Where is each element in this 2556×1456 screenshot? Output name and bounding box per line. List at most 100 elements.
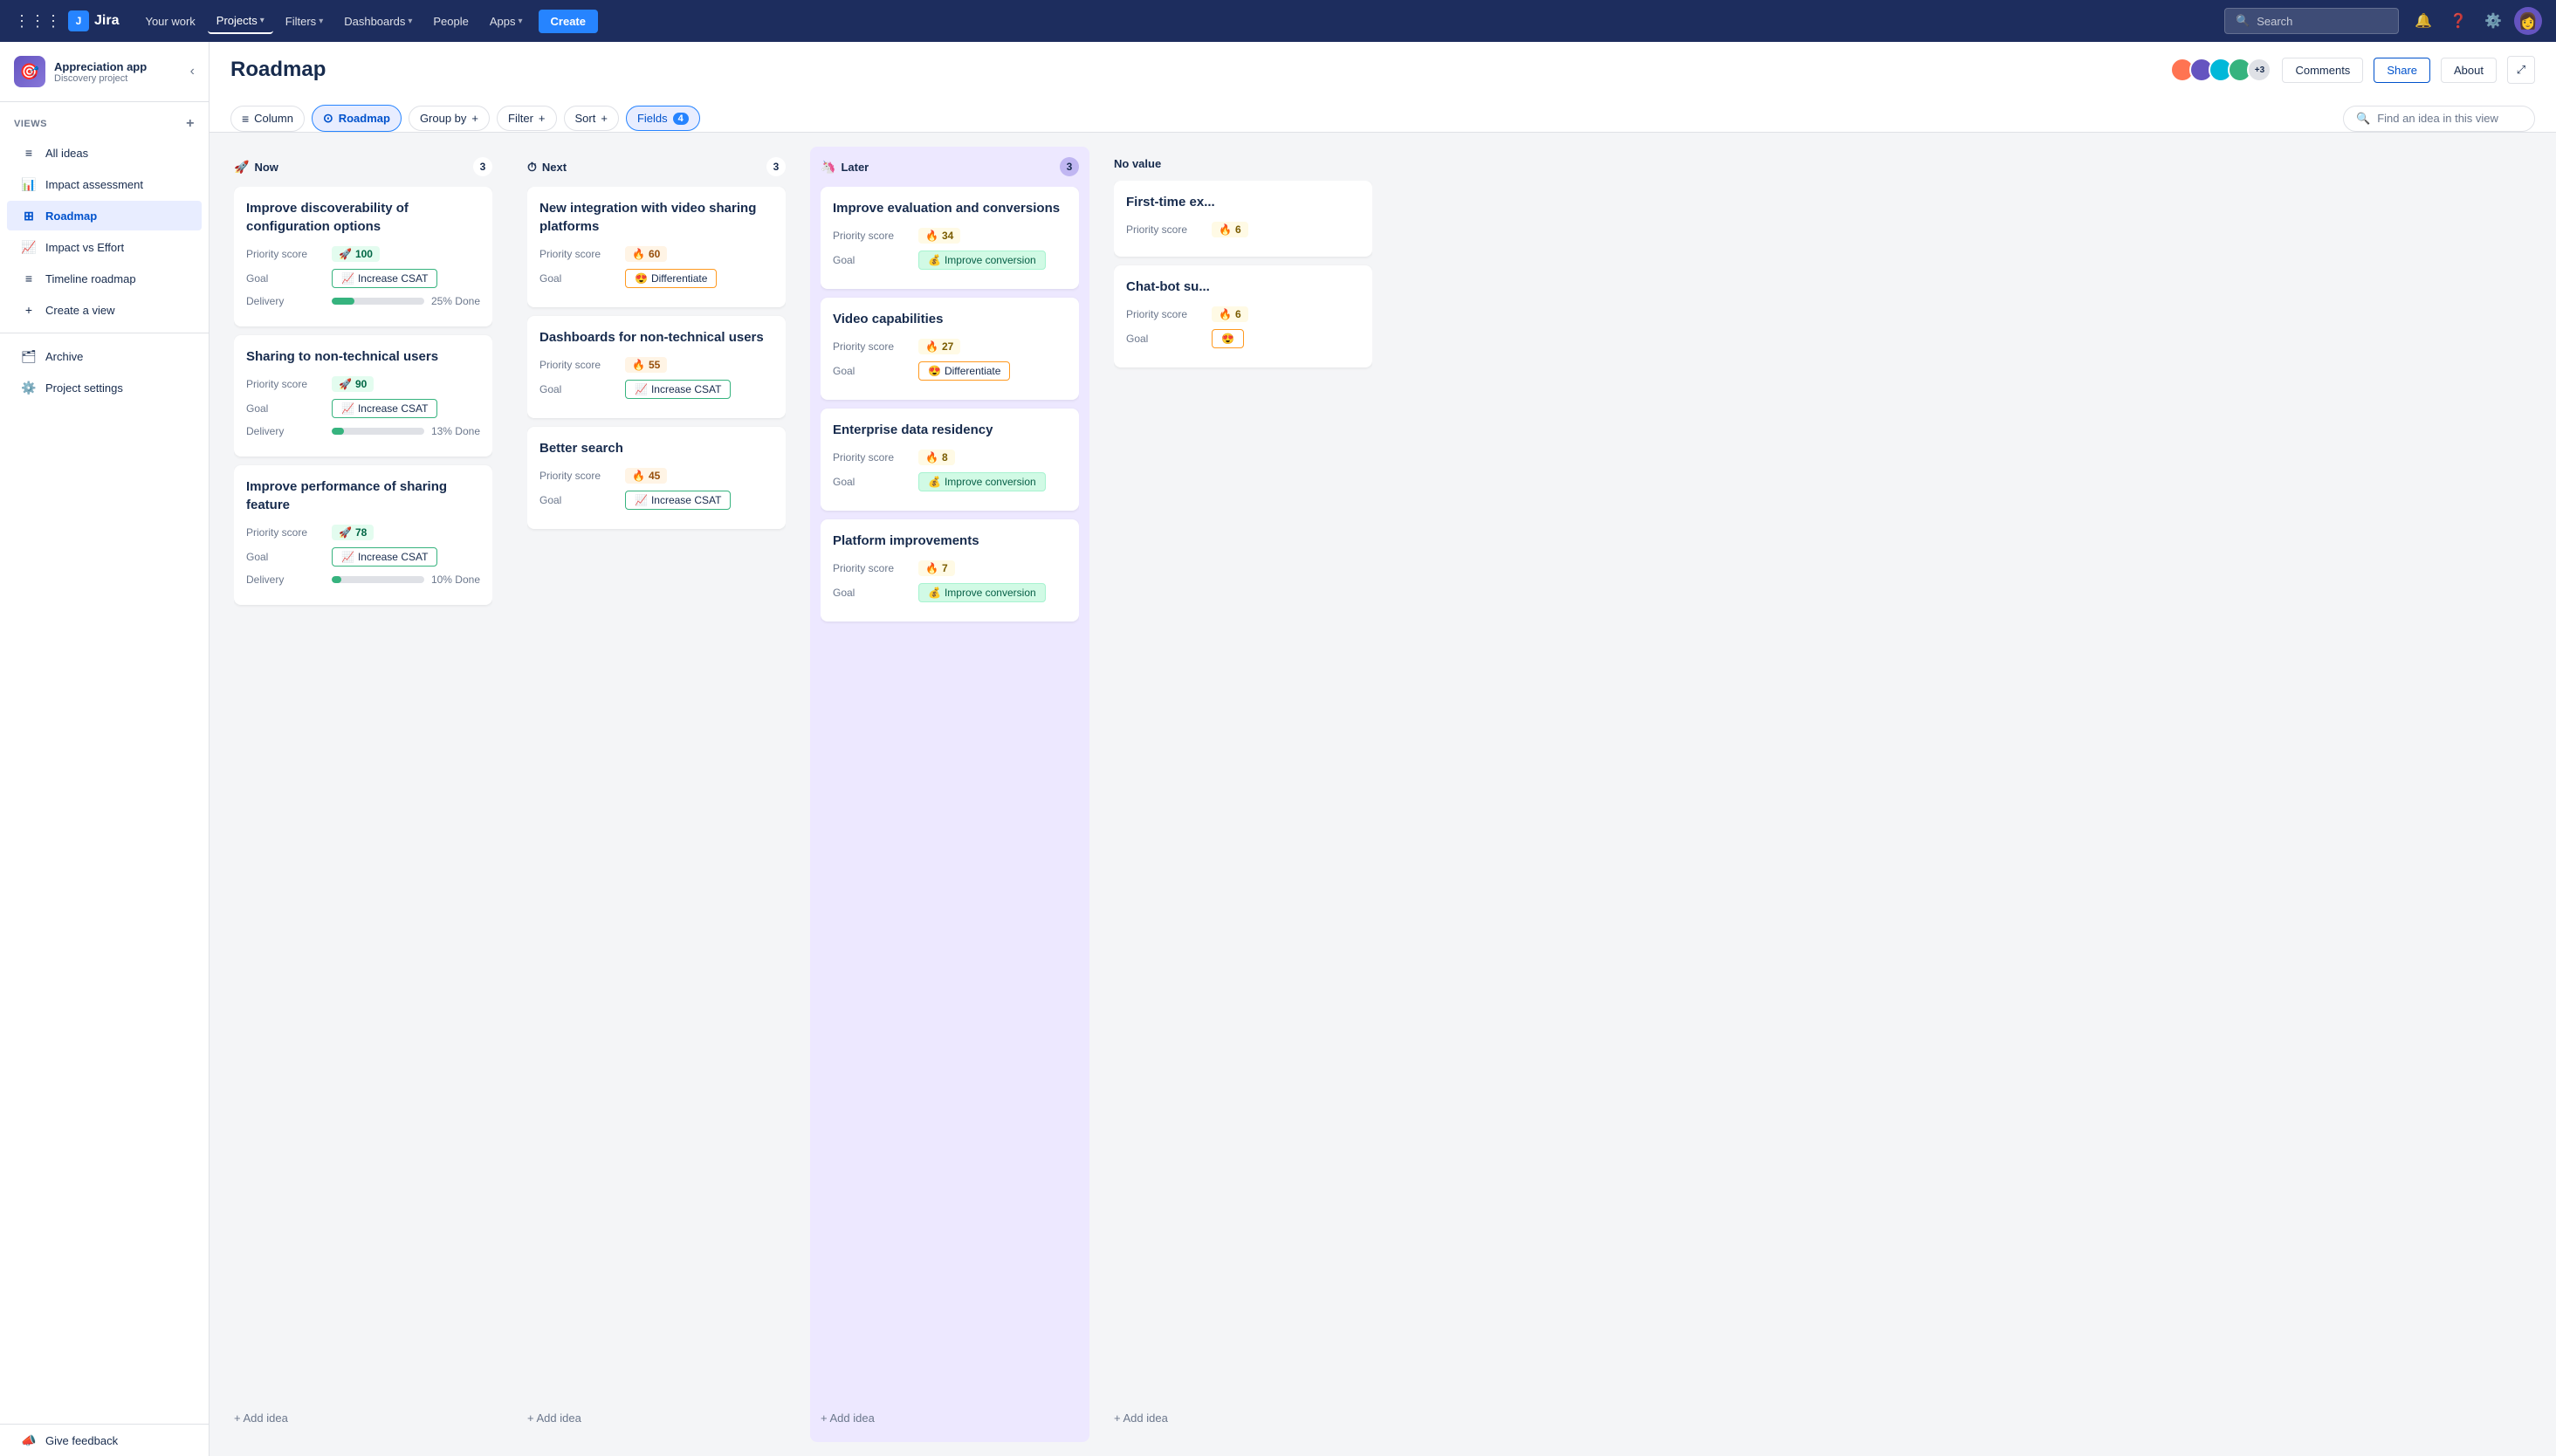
column-count-later: 3: [1060, 157, 1079, 176]
add-idea-btn-later[interactable]: + Add idea: [821, 1404, 1079, 1432]
jira-logo-text: Jira: [94, 13, 119, 29]
sidebar-item-project-settings[interactable]: ⚙️ Project settings: [7, 373, 202, 402]
create-button[interactable]: Create: [539, 10, 598, 33]
dashboards-chevron-icon: ▾: [408, 17, 412, 26]
sidebar-collapse-icon[interactable]: ‹: [190, 64, 195, 79]
comments-button[interactable]: Comments: [2282, 58, 2363, 83]
score-icon: 🔥: [925, 230, 938, 242]
add-idea-btn-now[interactable]: + Add idea: [234, 1404, 492, 1432]
view-toolbar: ≡ Column ⊙ Roadmap Group by + Filter + S…: [230, 94, 2535, 132]
priority-label: Priority score: [833, 562, 911, 574]
card-title: Better search: [539, 439, 773, 457]
create-view-label: Create a view: [45, 304, 114, 317]
nav-dashboards[interactable]: Dashboards ▾: [335, 10, 421, 33]
card-goal-field: Goal 💰 Improve conversion: [833, 251, 1067, 270]
sidebar-item-timeline[interactable]: ≡ Timeline roadmap: [7, 264, 202, 293]
delivery-label: Delivery: [246, 573, 325, 586]
card-card-12[interactable]: Chat-bot su... Priority score 🔥 6 Goal 😍: [1114, 265, 1372, 367]
card-priority-field: Priority score 🚀 78: [246, 525, 480, 540]
nav-people[interactable]: People: [424, 10, 477, 33]
filter-btn[interactable]: Filter +: [497, 106, 556, 131]
nav-filters[interactable]: Filters ▾: [277, 10, 332, 33]
sidebar-item-all-ideas[interactable]: ≡ All ideas: [7, 138, 202, 168]
fields-btn[interactable]: Fields 4: [626, 106, 700, 131]
project-name: Appreciation app: [54, 60, 182, 73]
card-goal-field: Goal 📈 Increase CSAT: [539, 491, 773, 510]
nav-apps[interactable]: Apps ▾: [481, 10, 532, 33]
card-card-8[interactable]: Video capabilities Priority score 🔥 27 G…: [821, 298, 1079, 400]
sidebar-item-impact-vs-effort[interactable]: 📈 Impact vs Effort: [7, 232, 202, 262]
roadmap-view-btn[interactable]: ⊙ Roadmap: [312, 105, 402, 132]
priority-score-badge: 🚀 90: [332, 376, 374, 392]
cards-list-next: New integration with video sharing platf…: [527, 187, 786, 1398]
goal-label: Goal: [833, 365, 911, 377]
card-card-2[interactable]: Sharing to non-technical users Priority …: [234, 335, 492, 457]
card-goal-field: Goal 📈 Increase CSAT: [539, 380, 773, 399]
column-label: Column: [254, 112, 293, 125]
score-icon: 🔥: [925, 451, 938, 464]
add-idea-btn-next[interactable]: + Add idea: [527, 1404, 786, 1432]
card-card-1[interactable]: Improve discoverability of configuration…: [234, 187, 492, 326]
card-goal-field: Goal 😍: [1126, 329, 1360, 348]
goal-icon: 📈: [341, 272, 354, 285]
goal-icon: 😍: [635, 272, 648, 285]
column-title-text-no-value: No value: [1114, 157, 1161, 170]
card-card-3[interactable]: Improve performance of sharing feature P…: [234, 465, 492, 605]
score-icon: 🔥: [925, 562, 938, 574]
card-card-5[interactable]: Dashboards for non-technical users Prior…: [527, 316, 786, 418]
card-card-9[interactable]: Enterprise data residency Priority score…: [821, 409, 1079, 511]
goal-icon: 📈: [341, 402, 354, 415]
archive-label: Archive: [45, 350, 83, 363]
priority-label: Priority score: [539, 470, 618, 482]
settings-icon[interactable]: ⚙️: [2479, 7, 2507, 35]
cards-list-now: Improve discoverability of configuration…: [234, 187, 492, 1398]
delivery-label: Delivery: [246, 425, 325, 437]
about-button[interactable]: About: [2441, 58, 2497, 83]
sidebar-item-impact-assessment[interactable]: 📊 Impact assessment: [7, 169, 202, 199]
user-avatar[interactable]: 👩: [2514, 7, 2542, 35]
card-card-10[interactable]: Platform improvements Priority score 🔥 7…: [821, 519, 1079, 622]
expand-button[interactable]: ⤢: [2507, 56, 2535, 84]
idea-search-input[interactable]: 🔍 Find an idea in this view: [2343, 106, 2535, 132]
add-idea-btn-no-value[interactable]: + Add idea: [1114, 1404, 1372, 1432]
card-card-4[interactable]: New integration with video sharing platf…: [527, 187, 786, 307]
share-button[interactable]: Share: [2374, 58, 2430, 83]
search-bar[interactable]: 🔍 Search: [2224, 8, 2399, 34]
card-title: Improve evaluation and conversions: [833, 199, 1067, 217]
notifications-icon[interactable]: 🔔: [2409, 7, 2437, 35]
card-priority-field: Priority score 🔥 27: [833, 339, 1067, 354]
page-title: Roadmap: [230, 58, 326, 82]
nav-projects[interactable]: Projects ▾: [208, 9, 273, 34]
roadmap-label: Roadmap: [45, 209, 97, 223]
jira-logo[interactable]: J Jira: [68, 10, 119, 31]
column-title-text-later: Later: [841, 161, 869, 174]
goal-label: Goal: [539, 494, 618, 506]
sidebar-item-create-view[interactable]: + Create a view: [7, 295, 202, 325]
sidebar-item-roadmap[interactable]: ⊞ Roadmap: [7, 201, 202, 230]
goal-icon: 💰: [928, 476, 941, 488]
goal-label: Goal: [246, 272, 325, 285]
goal-badge: 😍 Differentiate: [625, 269, 717, 288]
card-card-7[interactable]: Improve evaluation and conversions Prior…: [821, 187, 1079, 289]
group-by-btn[interactable]: Group by +: [409, 106, 490, 131]
sidebar-item-feedback[interactable]: 📣 Give feedback: [7, 1425, 202, 1455]
sidebar-item-archive[interactable]: 🗂 Archive: [7, 341, 202, 371]
group-by-label: Group by: [420, 112, 466, 125]
all-ideas-label: All ideas: [45, 147, 88, 160]
priority-label: Priority score: [1126, 223, 1205, 236]
goal-label: Goal: [246, 551, 325, 563]
card-goal-field: Goal 😍 Differentiate: [539, 269, 773, 288]
nav-your-work[interactable]: Your work: [136, 10, 203, 33]
card-card-11[interactable]: First-time ex... Priority score 🔥 6: [1114, 181, 1372, 257]
delivery-text: 13% Done: [431, 425, 480, 437]
app-switcher-icon[interactable]: ⋮⋮⋮: [14, 12, 61, 31]
add-view-icon[interactable]: +: [186, 116, 195, 132]
sort-btn[interactable]: Sort +: [564, 106, 619, 131]
card-card-6[interactable]: Better search Priority score 🔥 45 Goal 📈…: [527, 427, 786, 529]
column-toggle[interactable]: ≡ Column: [230, 106, 305, 132]
delivery-text: 25% Done: [431, 295, 480, 307]
goal-icon: 😍: [928, 365, 941, 377]
column-title-later: 🦄Later: [821, 160, 869, 175]
help-icon[interactable]: ❓: [2444, 7, 2472, 35]
project-icon: 🎯: [14, 56, 45, 87]
